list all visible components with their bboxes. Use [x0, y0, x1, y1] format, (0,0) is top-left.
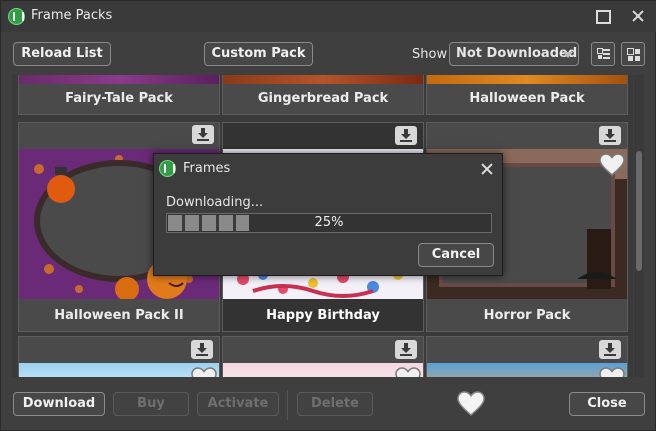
download-icon[interactable] [192, 125, 214, 144]
download-icon[interactable] [395, 340, 417, 359]
dialog-close-button[interactable] [476, 159, 498, 179]
pack-thumbnail [223, 363, 423, 377]
reload-list-button[interactable]: Reload List [13, 42, 111, 66]
close-button[interactable]: Close [569, 392, 645, 416]
list-view-button[interactable] [591, 42, 615, 66]
show-filter-value: Not Downloaded [456, 46, 578, 61]
custom-pack-button[interactable]: Custom Pack [204, 42, 313, 66]
app-logo-icon [159, 160, 176, 177]
favorite-heart-icon[interactable] [191, 367, 217, 377]
pack-thumbnail [427, 75, 627, 84]
dialog-title: Frames [183, 161, 231, 176]
pack-tile-row3-1[interactable] [18, 336, 220, 377]
vertical-scrollbar[interactable] [634, 75, 644, 377]
show-label: Show [412, 47, 448, 62]
pack-label: Gingerbread Pack [223, 84, 423, 114]
pack-tile-row3-3[interactable] [426, 336, 628, 377]
progress-percent: 25% [314, 215, 344, 230]
favorites-heart-icon[interactable] [457, 391, 485, 417]
download-icon[interactable] [395, 126, 417, 145]
pack-tile-fairy-tale[interactable]: Fairy-Tale Pack [18, 75, 220, 115]
title-bar: Frame Packs [1, 1, 656, 32]
window-title: Frame Packs [31, 8, 113, 23]
maximize-button[interactable] [591, 6, 613, 26]
favorite-heart-icon[interactable] [599, 153, 625, 177]
cancel-button[interactable]: Cancel [418, 243, 494, 267]
download-progress-dialog: Frames Downloading... 25% Cancel [153, 153, 503, 276]
pack-tile-gingerbread[interactable]: Gingerbread Pack [222, 75, 424, 115]
chevron-down-icon [563, 52, 573, 58]
pack-label: Happy Birthday [223, 301, 423, 331]
pack-thumbnail [19, 75, 219, 84]
pack-label: Halloween Pack [427, 84, 627, 114]
download-icon[interactable] [191, 340, 213, 359]
favorite-heart-icon[interactable] [599, 367, 625, 377]
activate-button[interactable]: Activate [197, 392, 279, 416]
scroll-thumb[interactable] [636, 151, 642, 271]
buy-button[interactable]: Buy [113, 392, 189, 416]
favorite-heart-icon[interactable] [395, 367, 421, 377]
download-icon[interactable] [599, 340, 621, 359]
app-logo-icon [8, 8, 25, 25]
download-status: Downloading... [166, 195, 264, 210]
pack-tile-halloween[interactable]: Halloween Pack [426, 75, 628, 115]
pack-thumbnail [427, 363, 627, 377]
show-filter-select[interactable]: Not Downloaded [449, 42, 579, 66]
download-icon[interactable] [599, 126, 621, 145]
pack-thumbnail [223, 75, 423, 84]
footer-divider [287, 390, 288, 420]
delete-button[interactable]: Delete [297, 392, 373, 416]
grid-view-button[interactable] [621, 42, 645, 66]
download-button[interactable]: Download [13, 392, 105, 416]
download-progress-bar: 25% [166, 213, 492, 233]
close-window-button[interactable] [627, 6, 649, 26]
pack-thumbnail [19, 363, 219, 377]
pack-label: Horror Pack [427, 301, 627, 331]
pack-tile-row3-2[interactable] [222, 336, 424, 377]
pack-label: Fairy-Tale Pack [19, 84, 219, 114]
frame-packs-window: Frame Packs Reload List Custom Pack Show… [0, 0, 656, 431]
